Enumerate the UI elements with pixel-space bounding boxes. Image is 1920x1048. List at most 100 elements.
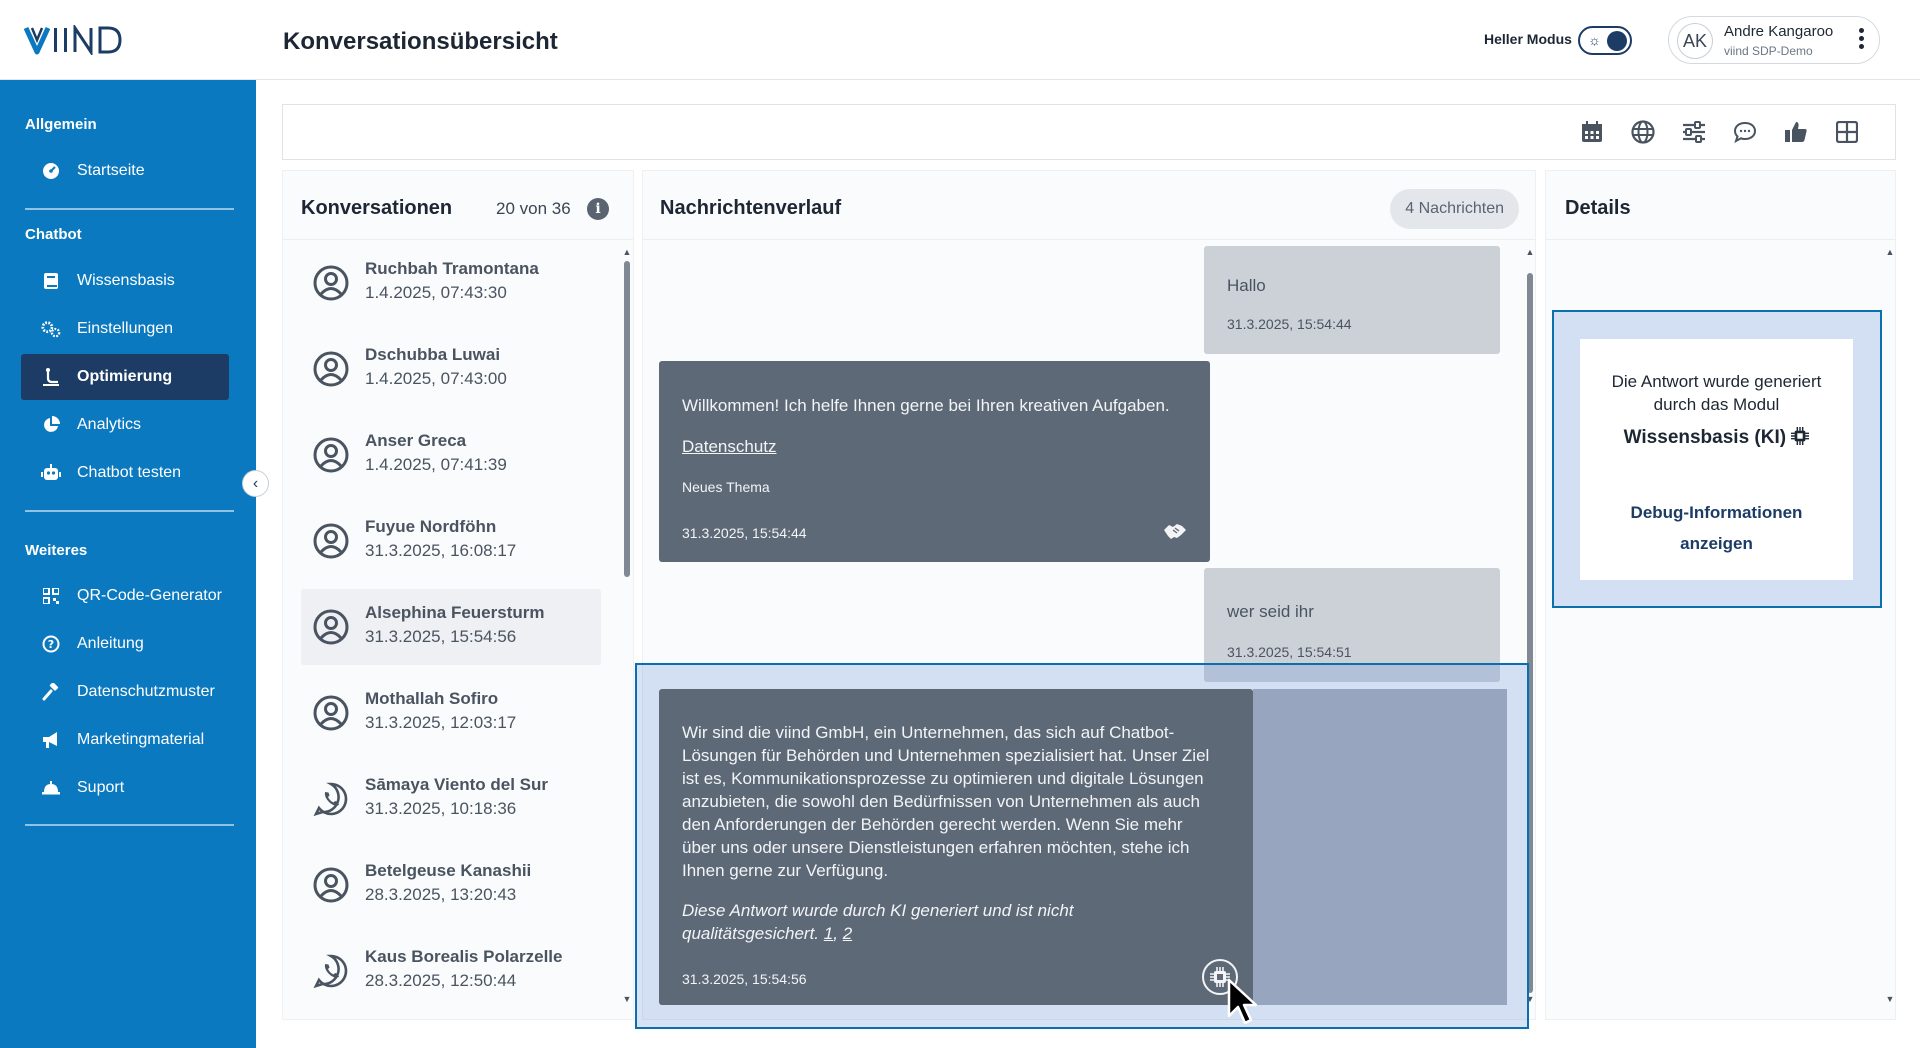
conversation-name: Betelgeuse Kanashii (365, 861, 532, 880)
scroll-up-arrow[interactable]: ▲ (1885, 247, 1895, 257)
datenschutz-link[interactable]: Datenschutz (682, 435, 777, 458)
book-icon (41, 271, 61, 291)
avatar: AK (1677, 23, 1713, 59)
robot-icon (41, 463, 61, 483)
info-icon[interactable]: i (587, 198, 609, 220)
scroll-down-arrow[interactable]: ▼ (1885, 994, 1895, 1004)
sidebar-item-label: Datenschutzmuster (77, 683, 215, 700)
conversation-item[interactable]: Dschubba Luwai 1.4.2025, 07:43:00 (301, 331, 601, 407)
user-name: Andre Kangaroo (1724, 23, 1834, 40)
conversation-name: Fuyue Nordföhn (365, 517, 497, 536)
conversation-date: 28.3.2025, 12:50:44 (365, 971, 517, 990)
chevron-left-icon: ‹ (252, 475, 259, 492)
conversation-date: 1.4.2025, 07:43:30 (365, 283, 507, 302)
conversation-item[interactable]: Ruchbah Tramontana 1.4.2025, 07:43:30 (301, 245, 601, 321)
conversations-count: 20 von 36 (496, 199, 571, 218)
page-title: Konversationsübersicht (283, 28, 558, 55)
user-circle-icon (313, 523, 349, 559)
sidebar-item-marketingmaterial[interactable]: Marketingmaterial (21, 717, 229, 763)
conversation-name: Anser Greca (365, 431, 467, 450)
sidebar-item-label: Marketingmaterial (77, 731, 205, 748)
calendar-icon[interactable] (1579, 119, 1605, 145)
scroll-up-arrow[interactable]: ▲ (622, 247, 632, 257)
conversation-name: Mothallah Sofiro (365, 689, 499, 708)
sidebar-item-label: Analytics (77, 416, 142, 433)
conversation-item-selected[interactable]: Alsephina Feuersturm 31.3.2025, 15:54:56 (301, 589, 601, 665)
user-org: viind SDP-Demo (1724, 44, 1813, 58)
scroll-down-arrow[interactable]: ▼ (622, 994, 632, 1004)
top-bar: VIIND Konversationsübersicht Heller Modu… (0, 0, 1920, 80)
conversation-date: 1.4.2025, 07:41:39 (365, 455, 507, 474)
sidebar-collapse-button[interactable]: ‹ (242, 470, 269, 497)
handshake-icon (1164, 524, 1186, 539)
conversation-item[interactable]: Mothallah Sofiro 31.3.2025, 12:03:17 (301, 675, 601, 751)
filter-toolbar (282, 104, 1896, 160)
conversation-item[interactable]: Fuyue Nordföhn 31.3.2025, 16:08:17 (301, 503, 601, 579)
whatsapp-icon (313, 782, 348, 817)
conversation-item[interactable]: Anser Greca 1.4.2025, 07:41:39 (301, 417, 601, 493)
selected-message-overlay (1253, 689, 1507, 1005)
conversation-date: 31.3.2025, 15:54:56 (365, 627, 517, 646)
light-mode-toggle[interactable]: ☼ (1578, 26, 1632, 55)
panel-header-divider (643, 239, 1535, 240)
grid-icon[interactable] (1834, 119, 1860, 145)
message-time: 31.3.2025, 15:54:44 (1227, 316, 1352, 332)
sliders-icon[interactable] (1681, 119, 1707, 145)
conversation-item[interactable]: Kaus Borealis Polarzelle 28.3.2025, 12:5… (301, 933, 601, 1009)
sidebar-item-label: QR-Code-Generator (77, 587, 222, 604)
user-circle-icon (313, 609, 349, 645)
viind-logo[interactable]: VIIND (24, 24, 144, 56)
dashboard-icon (41, 161, 61, 181)
conversations-scrollbar[interactable] (624, 261, 630, 577)
conversation-name: Ruchbah Tramontana (365, 259, 539, 278)
sidebar-item-wissensbasis[interactable]: Wissensbasis (21, 258, 229, 304)
message-bot-ai[interactable]: Wir sind die viind GmbH, ein Unternehmen… (659, 689, 1253, 1005)
panel-header-divider (1546, 239, 1895, 240)
sidebar-section-allgemein: Allgemein (25, 116, 97, 133)
generated-by-text: Die Antwort wurde generiert durch das Mo… (1611, 372, 1822, 414)
details-title: Details (1565, 197, 1631, 219)
user-menu-box[interactable]: AK Andre Kangaroo viind SDP-Demo (1668, 16, 1880, 64)
gears-icon (41, 319, 61, 339)
toggle-knob (1607, 31, 1627, 51)
message-time: 31.3.2025, 15:54:44 (682, 525, 807, 541)
message-time: 31.3.2025, 15:54:51 (1227, 644, 1352, 660)
messages-title: Nachrichtenverlauf (660, 197, 842, 219)
debug-info-link[interactable]: Debug-Informationen anzeigen (1620, 497, 1813, 559)
sidebar-section-chatbot: Chatbot (25, 226, 82, 243)
sidebar-item-startseite[interactable]: Startseite (21, 148, 229, 194)
message-time: 31.3.2025, 15:54:56 (682, 971, 807, 987)
sidebar-item-einstellungen[interactable]: Einstellungen (21, 306, 229, 352)
conversation-item[interactable]: Sāmaya Viento del Sur 31.3.2025, 10:18:3… (301, 761, 601, 837)
conversation-name: Dschubba Luwai (365, 345, 501, 364)
sidebar-item-label: Anleitung (77, 635, 144, 652)
qr-code-icon (41, 586, 61, 606)
sun-icon: ☼ (1588, 32, 1601, 48)
sidebar: Allgemein Startseite Chatbot Wissensbasi… (0, 80, 256, 1048)
details-card: Die Antwort wurde generiert durch das Mo… (1580, 339, 1853, 580)
panel-header-divider (283, 239, 633, 240)
more-vertical-icon[interactable] (1859, 28, 1865, 52)
scroll-up-arrow[interactable]: ▲ (1525, 247, 1535, 257)
reference-link-1[interactable]: 1 (824, 924, 833, 943)
thumbs-up-icon[interactable] (1783, 119, 1809, 145)
sidebar-item-chatbot-testen[interactable]: Chatbot testen (21, 450, 229, 496)
optimize-icon (41, 367, 61, 387)
sidebar-item-analytics[interactable]: Analytics (21, 402, 229, 448)
ai-chip-icon (1791, 427, 1810, 445)
viind-logo-mark (24, 25, 122, 55)
sidebar-item-suport[interactable]: Suport (21, 765, 229, 811)
sidebar-item-label: Suport (77, 779, 125, 796)
sidebar-item-anleitung[interactable]: ? Anleitung (21, 621, 229, 667)
conversations-panel: Konversationen 20 von 36 i Ruchbah Tramo… (282, 170, 634, 1020)
conversation-date: 31.3.2025, 12:03:17 (365, 713, 517, 732)
sidebar-item-optimierung[interactable]: Optimierung (21, 354, 229, 400)
ai-disclaimer-text: Diese Antwort wurde durch KI generiert u… (682, 901, 1074, 943)
sidebar-item-datenschutzmuster[interactable]: Datenschutzmuster (21, 669, 229, 715)
reference-link-2[interactable]: 2 (843, 924, 852, 943)
chat-bubble-icon[interactable] (1732, 119, 1758, 145)
sidebar-item-qr-code-generator[interactable]: QR-Code-Generator (21, 573, 229, 619)
globe-icon[interactable] (1630, 119, 1656, 145)
conversation-item[interactable]: Betelgeuse Kanashii 28.3.2025, 13:20:43 (301, 847, 601, 923)
support-bell-icon (41, 778, 61, 798)
